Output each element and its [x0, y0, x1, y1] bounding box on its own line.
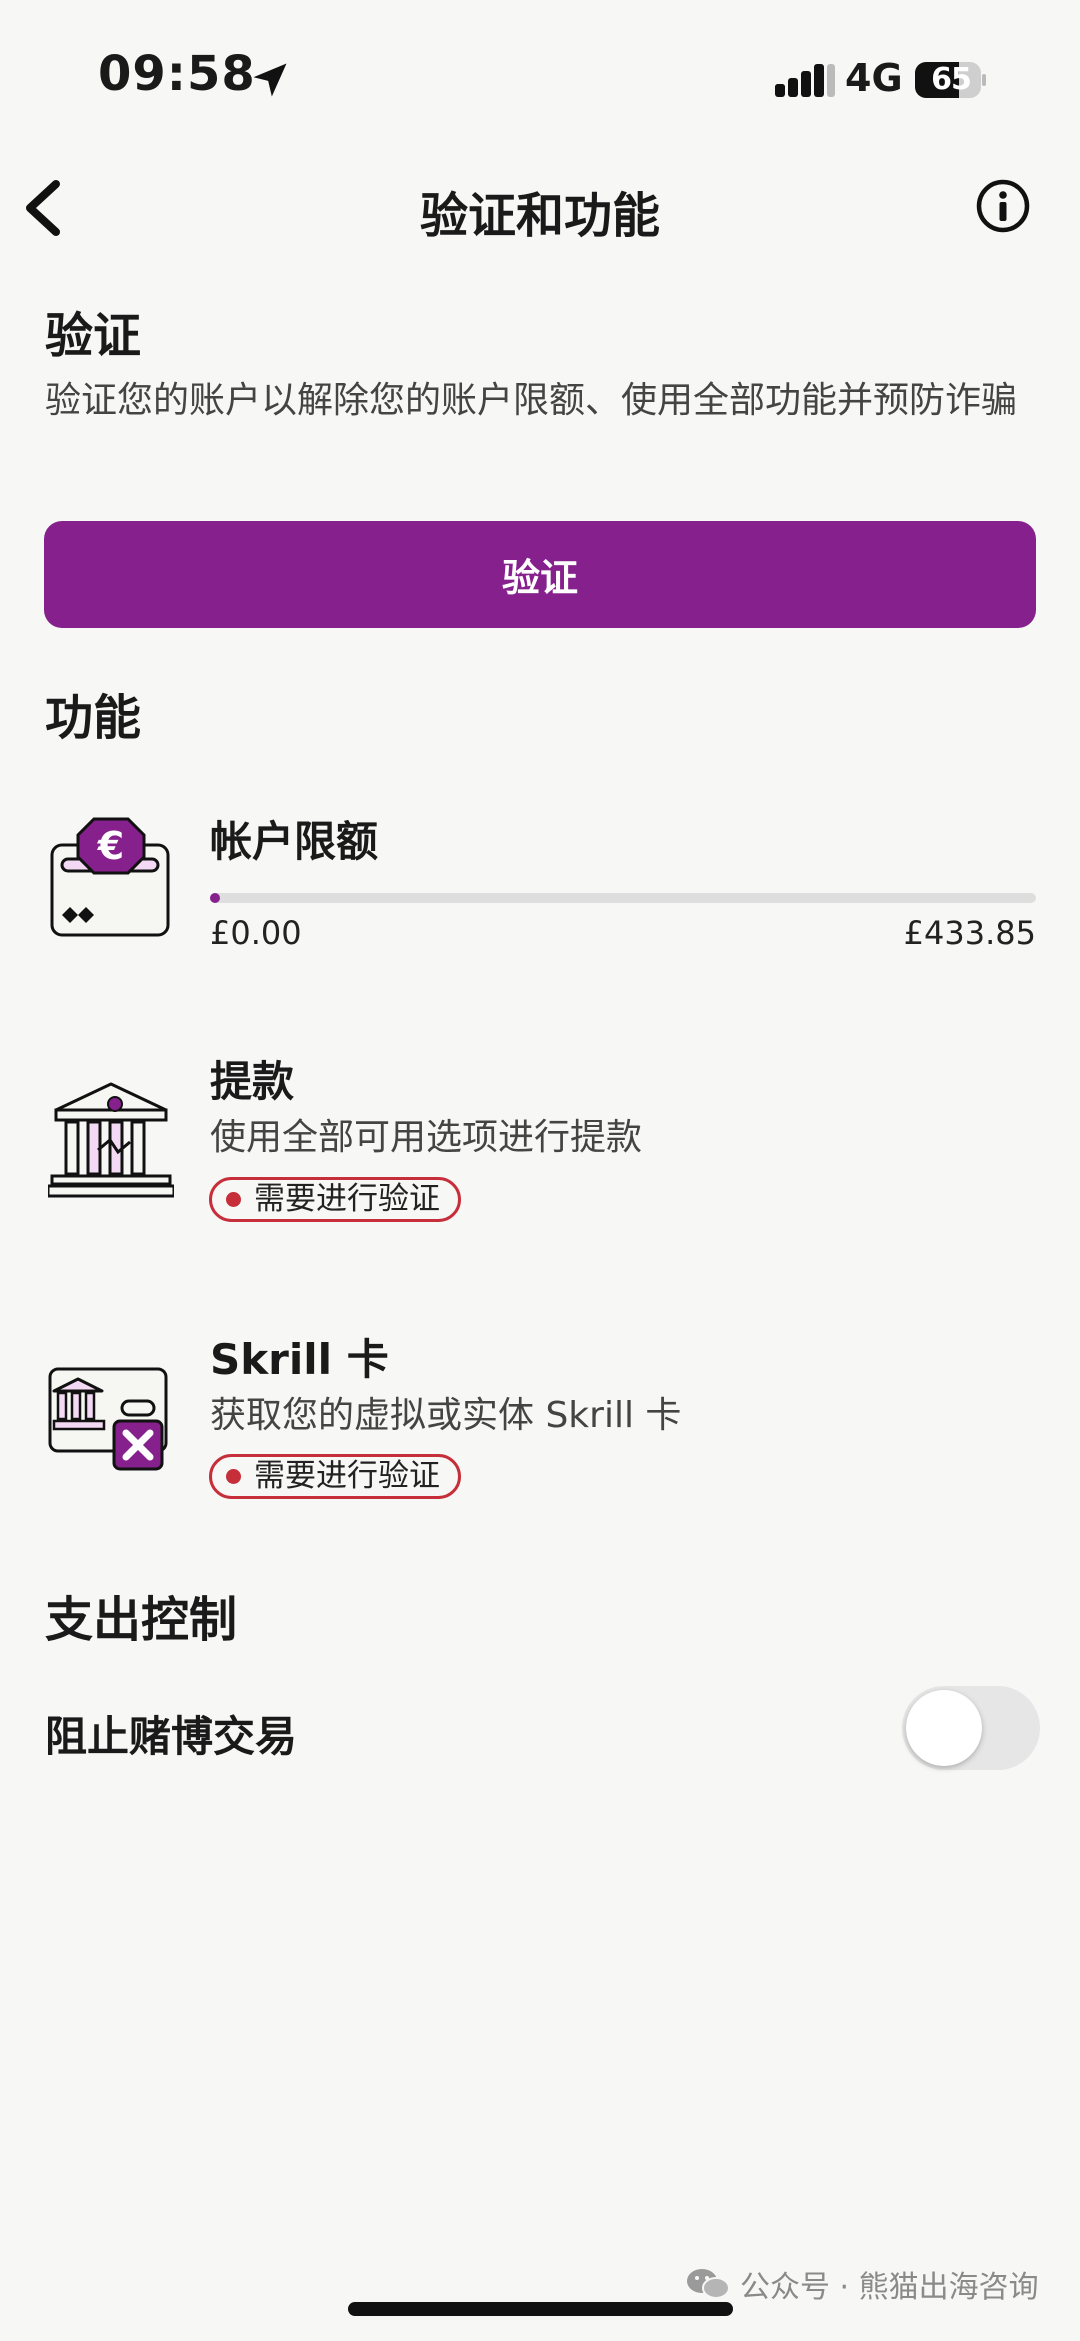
signal-icon	[775, 64, 835, 97]
location-arrow-icon	[253, 63, 287, 97]
wechat-icon	[687, 2269, 730, 2299]
withdrawal-verification-badge: 需要进行验证	[209, 1177, 461, 1222]
page-title: 验证和功能	[419, 188, 660, 244]
home-indicator[interactable]	[348, 2302, 733, 2316]
skrill-card-description: 获取您的虚拟或实体 Skrill 卡	[210, 1395, 682, 1436]
euro-wallet-icon: €	[50, 817, 170, 937]
toggle-knob	[906, 1690, 982, 1766]
status-time: 09:58	[98, 46, 256, 102]
account-limit-title: 帐户限额	[210, 817, 379, 866]
battery-indicator: 65	[915, 60, 987, 100]
account-limit-max: £433.85	[903, 914, 1036, 952]
svg-text:€: €	[97, 824, 124, 868]
badge-label: 需要进行验证	[254, 1458, 440, 1494]
badge-label: 需要进行验证	[254, 1181, 440, 1217]
spending-controls-heading: 支出控制	[45, 1592, 238, 1648]
verify-button[interactable]: 验证	[44, 521, 1036, 628]
battery-level: 65	[931, 62, 972, 97]
verification-heading: 验证	[45, 308, 142, 364]
features-heading: 功能	[45, 690, 142, 746]
card-blocked-icon	[48, 1367, 168, 1471]
verification-description: 验证您的账户以解除您的账户限额、使用全部功能并预防诈骗	[45, 380, 1018, 421]
block-gambling-toggle[interactable]	[902, 1686, 1040, 1770]
withdrawal-description: 使用全部可用选项进行提款	[210, 1117, 643, 1158]
account-limit-progress-fill	[210, 893, 220, 903]
skrill-card-verification-badge: 需要进行验证	[209, 1454, 461, 1499]
badge-dot	[226, 1192, 241, 1207]
skrill-card-title: Skrill 卡	[210, 1335, 389, 1384]
block-gambling-label: 阻止赌博交易	[45, 1712, 298, 1761]
bank-icon	[48, 1082, 174, 1198]
account-limit-progress	[210, 893, 1036, 903]
account-limit-min: £0.00	[210, 914, 302, 952]
watermark: 公众号 · 熊猫出海咨询	[686, 2262, 1039, 2306]
info-circle-icon[interactable]	[975, 178, 1031, 234]
badge-dot	[226, 1469, 241, 1484]
withdrawal-title: 提款	[210, 1057, 295, 1106]
watermark-text: 公众号 · 熊猫出海咨询	[740, 2270, 1039, 2305]
network-type: 4G	[845, 56, 903, 100]
